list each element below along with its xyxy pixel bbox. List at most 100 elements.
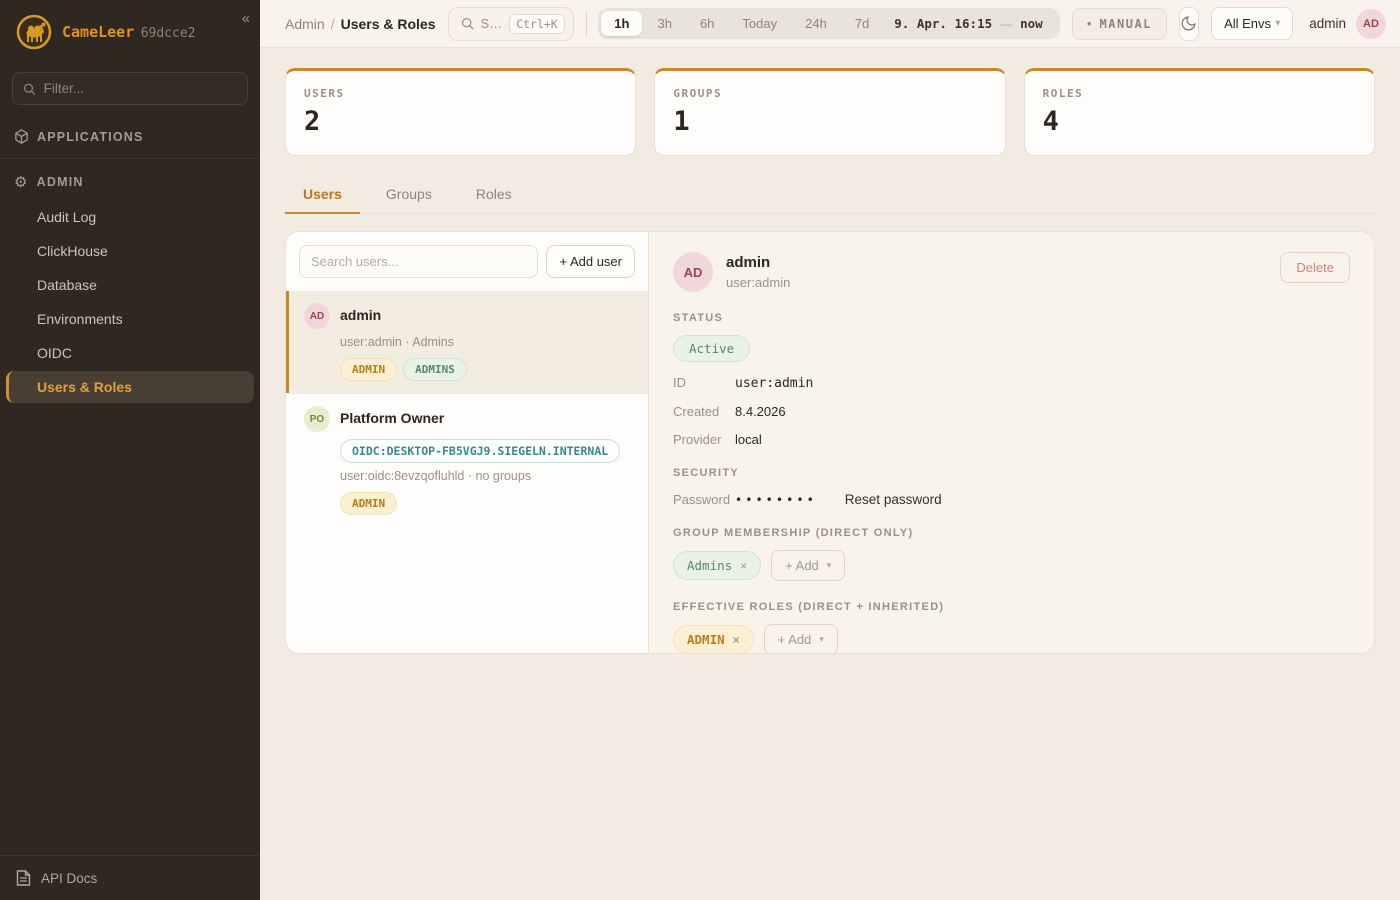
sidebar: CameLeer 69dcce2 « APPLICATIONS ⚙ ADMIN …	[0, 0, 260, 900]
add-group-button[interactable]: + Add ▾	[771, 550, 845, 581]
field-value: 8.4.2026	[735, 404, 786, 419]
stat-value: 1	[673, 106, 986, 137]
remove-role-icon[interactable]: ×	[733, 633, 740, 647]
refresh-mode-button[interactable]: ● MANUAL	[1072, 8, 1167, 40]
time-range-control: 1h 3h 6h Today 24h 7d 9. Apr. 16:15 — no…	[598, 8, 1059, 39]
search-shortcut: Ctrl+K	[509, 14, 565, 34]
tab-users[interactable]: Users	[285, 178, 360, 214]
tab-groups[interactable]: Groups	[368, 178, 450, 214]
reset-password-link[interactable]: Reset password	[845, 492, 942, 507]
document-icon	[16, 870, 31, 886]
user-badges: ADMIN	[340, 492, 634, 515]
users-panel: + Add user AD admin user:admin · Admins …	[285, 231, 1375, 654]
stat-label: USERS	[304, 87, 617, 100]
chip-label: ADMIN	[687, 632, 725, 647]
sidebar-collapse-button[interactable]: «	[242, 10, 250, 27]
search-users-input[interactable]	[299, 245, 538, 278]
range-24h[interactable]: 24h	[792, 11, 840, 36]
stat-label: ROLES	[1043, 87, 1356, 100]
add-label: + Add	[785, 558, 819, 573]
status-badge: Active	[673, 335, 750, 362]
detail-user-name: admin	[726, 252, 790, 271]
field-provider: Provider local	[673, 432, 1350, 447]
app-title-group: CameLeer 69dcce2	[62, 23, 196, 42]
cube-icon	[14, 129, 29, 144]
add-user-button[interactable]: + Add user	[546, 245, 635, 278]
avatar: PO	[304, 406, 330, 432]
stat-card-roles: ROLES 4	[1024, 68, 1375, 156]
field-label: Created	[673, 404, 735, 419]
sidebar-item-environments[interactable]: Environments	[6, 303, 254, 335]
breadcrumb-current: Users & Roles	[341, 16, 436, 32]
sidebar-filter	[12, 72, 248, 105]
topbar: Admin / Users & Roles S… Ctrl+K 1h 3h 6h…	[260, 0, 1400, 48]
stats-row: USERS 2 GROUPS 1 ROLES 4	[285, 68, 1375, 156]
api-docs-label: API Docs	[41, 871, 97, 886]
user-meta: user:oidc:8evzqofluhld · no groups	[340, 469, 634, 483]
theme-toggle-button[interactable]	[1179, 7, 1199, 41]
moon-icon	[1180, 15, 1197, 32]
sidebar-item-database[interactable]: Database	[6, 269, 254, 301]
tab-roles[interactable]: Roles	[458, 178, 530, 214]
user-meta: user:admin · Admins	[340, 335, 634, 349]
password-row: Password •••••••• Reset password	[673, 492, 1350, 507]
sidebar-filter-input[interactable]	[44, 81, 237, 96]
chevron-down-icon: ▾	[819, 634, 824, 645]
password-masked-value: ••••••••	[735, 493, 817, 507]
environment-select[interactable]: All Envs ▾	[1211, 7, 1293, 40]
range-1h[interactable]: 1h	[601, 11, 642, 36]
stat-card-groups: GROUPS 1	[654, 68, 1005, 156]
sidebar-item-oidc[interactable]: OIDC	[6, 337, 254, 369]
password-label: Password	[673, 492, 735, 507]
global-search-button[interactable]: S… Ctrl+K	[448, 7, 574, 41]
section-label: APPLICATIONS	[37, 130, 144, 144]
section-label: ADMIN	[37, 175, 84, 189]
search-label: S…	[481, 16, 503, 31]
role-chip-admin: ADMIN ×	[673, 625, 754, 653]
app-title: CameLeer	[62, 23, 134, 41]
user-detail-column: AD admin user:admin Delete STATUS Active…	[649, 232, 1374, 653]
role-chips-row: ADMIN × + Add ▾	[673, 624, 1350, 653]
content: USERS 2 GROUPS 1 ROLES 4 Users Groups Ro…	[260, 48, 1400, 674]
environment-selected: All Envs	[1224, 16, 1271, 31]
field-value: local	[735, 432, 762, 447]
role-badge: ADMIN	[340, 358, 397, 381]
user-badges: ADMIN ADMINS	[340, 358, 634, 381]
sidebar-section-admin[interactable]: ⚙ ADMIN	[0, 163, 260, 201]
user-name: Platform Owner	[340, 406, 444, 426]
delete-user-button[interactable]: Delete	[1280, 252, 1350, 283]
chip-label: Admins	[687, 558, 732, 573]
range-3h[interactable]: 3h	[644, 11, 684, 36]
breadcrumb-admin[interactable]: Admin	[285, 16, 325, 32]
group-chips-row: Admins × + Add ▾	[673, 550, 1350, 581]
api-docs-link[interactable]: API Docs	[0, 855, 260, 900]
sidebar-admin-items: Audit Log ClickHouse Database Environmen…	[0, 201, 260, 403]
refresh-mode-label: MANUAL	[1100, 17, 1152, 31]
stat-label: GROUPS	[673, 87, 986, 100]
user-row-platform-owner[interactable]: PO Platform Owner OIDC:DESKTOP-FB5VGJ9.S…	[286, 393, 648, 527]
time-to: now	[1020, 16, 1043, 31]
time-from: 9. Apr. 16:15	[894, 16, 992, 31]
range-7d[interactable]: 7d	[842, 11, 882, 36]
remove-group-icon[interactable]: ×	[740, 559, 747, 573]
sidebar-item-users-roles[interactable]: Users & Roles	[6, 371, 254, 403]
role-badge: ADMIN	[340, 492, 397, 515]
sidebar-item-audit-log[interactable]: Audit Log	[6, 201, 254, 233]
sidebar-filter-wrap	[0, 64, 260, 119]
add-role-button[interactable]: + Add ▾	[764, 624, 838, 653]
time-range-display[interactable]: 9. Apr. 16:15 — now	[884, 12, 1056, 35]
range-today[interactable]: Today	[729, 11, 790, 36]
sidebar-section-applications[interactable]: APPLICATIONS	[0, 119, 260, 154]
field-value: user:admin	[735, 376, 813, 391]
field-label: ID	[673, 375, 735, 390]
user-row-admin[interactable]: AD admin user:admin · Admins ADMIN ADMIN…	[286, 291, 648, 393]
user-list-column: + Add user AD admin user:admin · Admins …	[286, 232, 649, 653]
search-icon	[461, 17, 474, 30]
search-icon	[23, 82, 36, 96]
range-6h[interactable]: 6h	[687, 11, 727, 36]
sidebar-divider	[0, 158, 260, 159]
sidebar-item-clickhouse[interactable]: ClickHouse	[6, 235, 254, 267]
detail-header: AD admin user:admin Delete	[673, 252, 1350, 292]
chevron-down-icon: ▾	[1275, 18, 1280, 29]
user-avatar[interactable]: AD	[1356, 9, 1386, 39]
